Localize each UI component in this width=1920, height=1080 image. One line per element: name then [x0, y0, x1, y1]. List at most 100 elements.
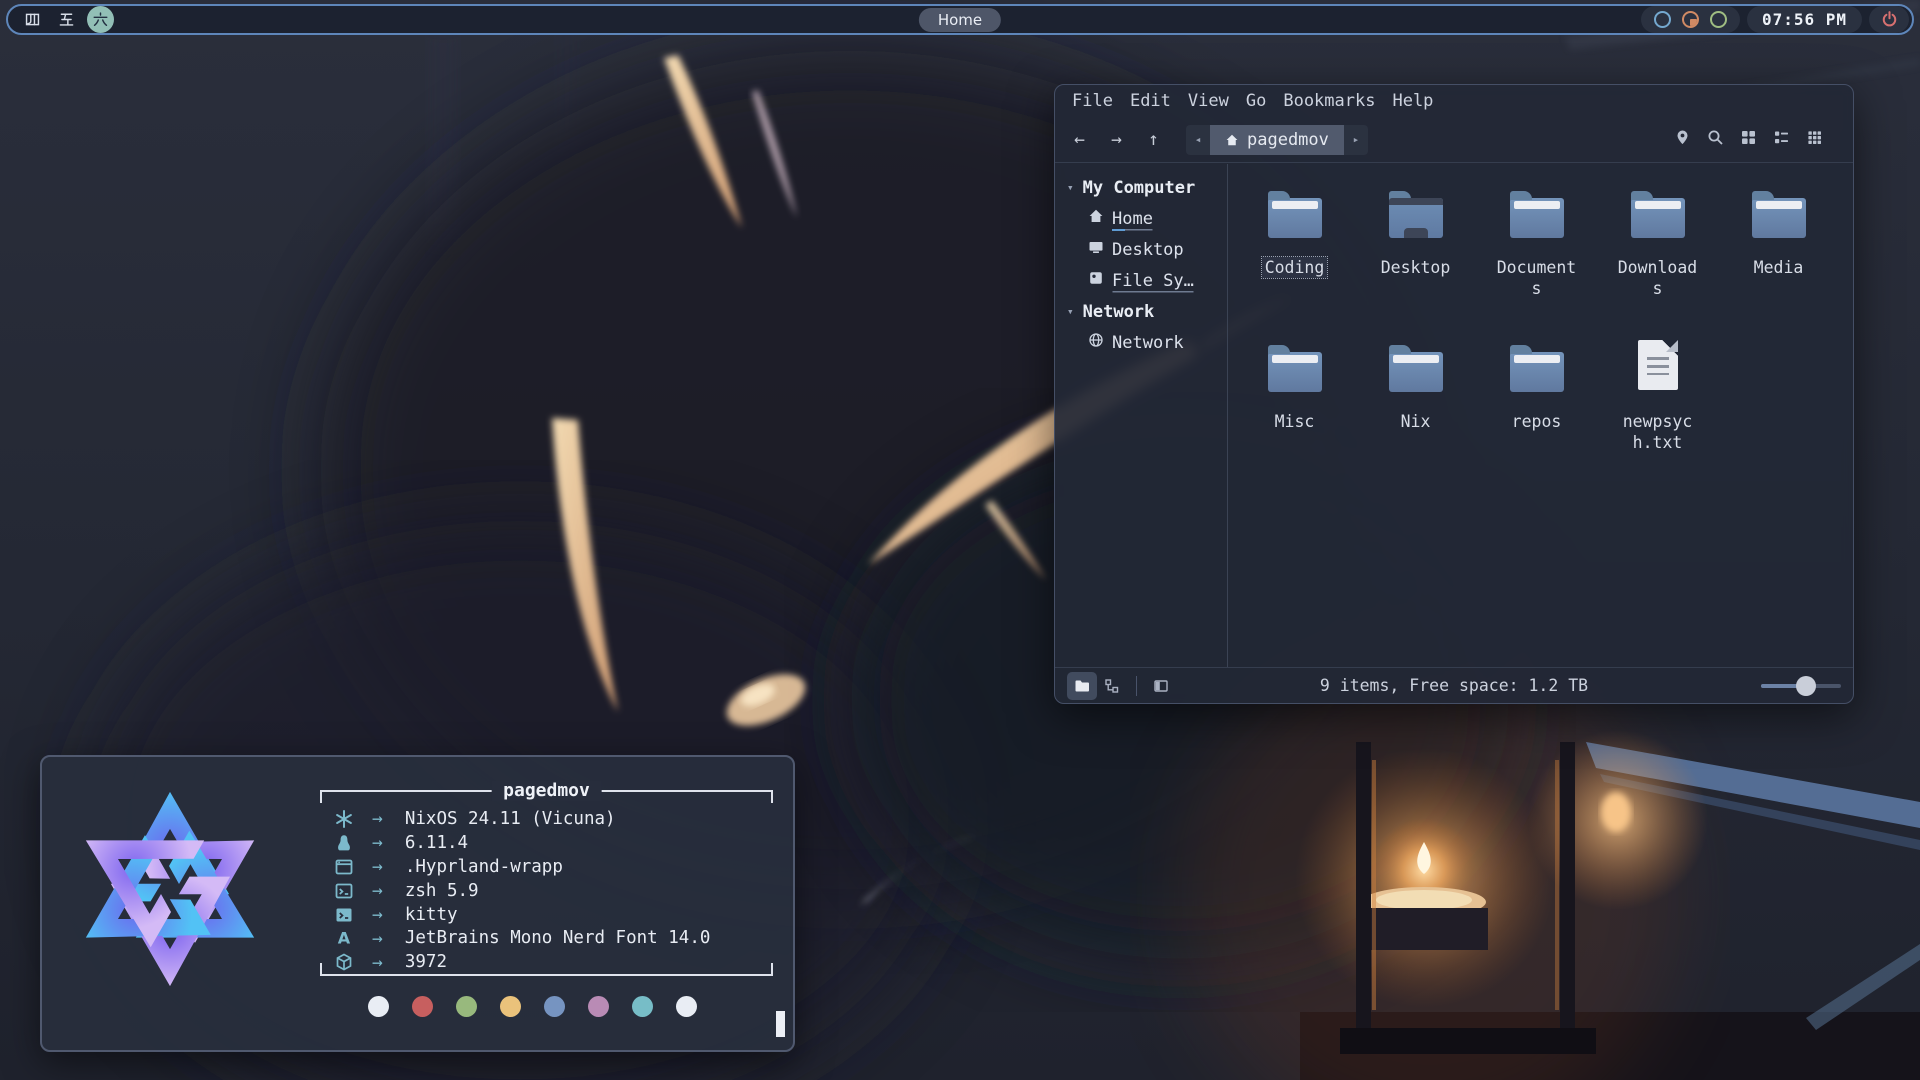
grid-icon[interactable] [1740, 129, 1757, 150]
terminal-icon [334, 905, 360, 925]
file-icon-wrap [1510, 178, 1564, 238]
path-scroll-right-button[interactable]: ▸ [1344, 125, 1368, 155]
nixos-logo [64, 783, 276, 995]
file-coding[interactable]: Coding [1234, 178, 1355, 332]
file-newpsych-txt[interactable]: newpsych.txt [1597, 332, 1718, 486]
folder-icon [1389, 352, 1443, 392]
palette-dot-2 [456, 996, 477, 1017]
power-icon [1881, 11, 1898, 28]
terminal-color-palette [368, 996, 697, 1017]
packages-icon [334, 952, 360, 972]
text-file-icon [1638, 340, 1678, 390]
fetch-value: kitty [405, 905, 458, 925]
sidebar-item-home[interactable]: Home [1067, 203, 1227, 234]
folder-icon [1510, 198, 1564, 238]
file-downloads[interactable]: Downloads [1597, 178, 1718, 332]
toolbar: ← → ↑ ◂ pagedmov ▸ [1055, 117, 1853, 163]
wm-icon [334, 857, 360, 877]
sidebar-item-label: Home [1112, 209, 1153, 229]
sidebar-item-filesy[interactable]: File Sy… [1067, 265, 1227, 296]
toggle-sidebar-button[interactable] [1146, 672, 1176, 700]
tree-view-icon [1104, 678, 1120, 694]
workspace-item[interactable] [19, 6, 46, 33]
up-button[interactable]: ↑ [1141, 129, 1166, 150]
search-icon[interactable] [1707, 129, 1724, 150]
path-label: pagedmov [1247, 130, 1329, 150]
power-button[interactable] [1869, 6, 1909, 33]
menu-help[interactable]: Help [1392, 91, 1433, 117]
file-repos[interactable]: repos [1476, 332, 1597, 486]
menu-edit[interactable]: Edit [1130, 91, 1171, 117]
kernel-icon [334, 833, 360, 853]
fetch-row-font: A→JetBrains Mono Nerd Font 14.0 [320, 926, 773, 950]
chevron-down-icon: ▾ [1067, 181, 1074, 194]
home-icon [1088, 208, 1104, 229]
list-icon[interactable] [1773, 129, 1790, 150]
compact-icon[interactable] [1806, 129, 1823, 150]
tray-orange-status-icon[interactable] [1682, 11, 1699, 28]
workspace-item[interactable] [53, 6, 80, 33]
folder-icon [1752, 198, 1806, 238]
system-tray [1641, 6, 1740, 33]
arrow-icon: → [372, 952, 383, 973]
file-manager-body: ▾My ComputerHomeDesktopFile Sy…▾NetworkN… [1055, 164, 1853, 667]
menu-view[interactable]: View [1188, 91, 1229, 117]
file-icon-wrap [1638, 332, 1678, 392]
palette-dot-7 [676, 996, 697, 1017]
icon-view-button[interactable] [1067, 672, 1097, 700]
file-icon-wrap [1389, 178, 1443, 238]
menu-bookmarks[interactable]: Bookmarks [1283, 91, 1375, 117]
palette-dot-5 [588, 996, 609, 1017]
sidebar-item-desktop[interactable]: Desktop [1067, 234, 1227, 265]
desktop-folder-icon [1389, 198, 1443, 238]
fetch-row-shell: →zsh 5.9 [320, 879, 773, 903]
path-scroll-left-button[interactable]: ◂ [1186, 125, 1210, 155]
path-tab-home[interactable]: pagedmov [1210, 125, 1344, 155]
sidebar-group-network[interactable]: ▾Network [1067, 296, 1227, 327]
zoom-slider-thumb[interactable] [1796, 676, 1816, 696]
desktop: Home 07:56 PM File Edit View Go Bookmarks Hel… [0, 0, 1920, 1080]
tree-view-button[interactable] [1097, 672, 1127, 700]
clock[interactable]: 07:56 PM [1747, 6, 1862, 33]
arrow-icon: → [372, 832, 383, 853]
back-button[interactable]: ← [1067, 129, 1092, 150]
folder-icon [1510, 352, 1564, 392]
sidebar-group-my-computer[interactable]: ▾ My Computer [1067, 172, 1227, 203]
zoom-slider[interactable] [1761, 676, 1841, 696]
file-misc[interactable]: Misc [1234, 332, 1355, 486]
tray-blue-status-icon[interactable] [1654, 11, 1671, 28]
location-icon[interactable] [1674, 129, 1691, 150]
menu-bar: File Edit View Go Bookmarks Help [1055, 85, 1853, 117]
fetch-value: 6.11.4 [405, 833, 468, 853]
fetch-box: pagedmov →NixOS 24.11 (Vicuna)→6.11.4→.H… [320, 781, 773, 977]
fetch-row-packages: → 3972 [320, 950, 773, 974]
file-label: Downloads [1611, 257, 1704, 299]
forward-button[interactable]: → [1104, 129, 1129, 150]
file-label: Nix [1398, 411, 1434, 432]
status-bar: Home 07:56 PM [6, 4, 1914, 35]
file-label: newpsych.txt [1611, 411, 1704, 453]
menu-file[interactable]: File [1072, 91, 1113, 117]
sidebar-item-label: Network [1112, 333, 1184, 353]
sidebar-item-network[interactable]: Network [1067, 327, 1227, 358]
menu-go[interactable]: Go [1246, 91, 1266, 117]
tray-green-status-icon[interactable] [1710, 11, 1727, 28]
fastfetch-output: pagedmov →NixOS 24.11 (Vicuna)→6.11.4→.H… [320, 781, 773, 1001]
font-icon: A [334, 928, 360, 948]
bar-right-modules: 07:56 PM [1641, 6, 1912, 33]
file-nix[interactable]: Nix [1355, 332, 1476, 486]
status-text: 9 items, Free space: 1.2 TB [1320, 676, 1588, 695]
arrow-icon: → [372, 904, 383, 925]
file-label: Misc [1272, 411, 1318, 432]
file-label: Documents [1490, 257, 1583, 299]
sidebar-group-label: My Computer [1083, 178, 1196, 198]
filesystem-icon [1088, 270, 1104, 291]
fetch-value: zsh 5.9 [405, 881, 479, 901]
nixos-icon [334, 809, 360, 829]
file-documents[interactable]: Documents [1476, 178, 1597, 332]
file-media[interactable]: Media [1718, 178, 1839, 332]
file-desktop[interactable]: Desktop [1355, 178, 1476, 332]
svg-text:A: A [338, 929, 351, 948]
fetch-value: 3972 [405, 952, 447, 972]
workspace-active[interactable] [87, 6, 114, 33]
